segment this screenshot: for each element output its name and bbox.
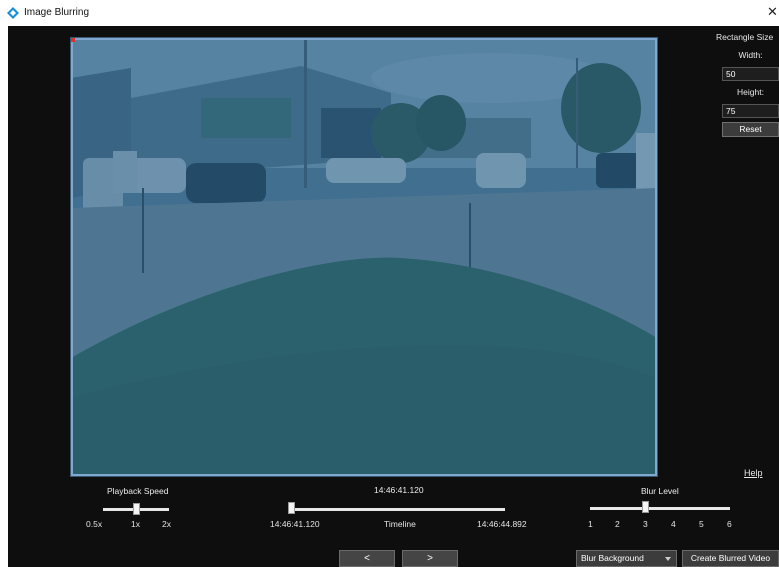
blur-level-tick: 6	[727, 519, 732, 529]
blur-level-tick: 4	[671, 519, 676, 529]
blur-mode-dropdown[interactable]: Blur Background	[576, 550, 677, 567]
blur-rectangle-handle[interactable]	[71, 38, 75, 42]
playback-speed-label: Playback Speed	[107, 486, 169, 496]
blur-level-track[interactable]	[590, 507, 730, 510]
main-panel: Rectangle Size Width: 50 Height: 75 Rese…	[8, 26, 779, 567]
playback-speed-tick: 0.5x	[86, 519, 103, 529]
blur-level-tick: 5	[699, 519, 704, 529]
next-frame-button[interactable]: >	[402, 550, 458, 567]
timeline-start-time: 14:46:41.120	[270, 519, 320, 529]
blur-level-label: Blur Level	[641, 486, 679, 496]
blur-mode-selected: Blur Background	[581, 553, 644, 563]
blur-level-thumb[interactable]	[642, 501, 649, 513]
playback-speed-thumb[interactable]	[133, 503, 140, 515]
width-input[interactable]: 50	[722, 67, 779, 81]
blur-level-tick: 2	[615, 519, 620, 529]
rectangle-size-title: Rectangle Size	[716, 32, 774, 42]
reset-button[interactable]: Reset	[722, 122, 779, 137]
current-time: 14:46:41.120	[374, 485, 424, 495]
playback-speed-tick: 1x	[131, 519, 140, 529]
blur-rectangle[interactable]	[71, 38, 657, 476]
width-label: Width:	[738, 50, 763, 60]
chevron-down-icon	[665, 557, 671, 561]
video-preview[interactable]	[70, 37, 658, 477]
blur-level-tick: 3	[643, 519, 648, 529]
height-label: Height:	[737, 87, 764, 97]
blur-level-tick: 1	[588, 519, 593, 529]
timeline-thumb[interactable]	[288, 502, 295, 514]
previous-frame-button[interactable]: <	[339, 550, 395, 567]
window-title: Image Blurring	[24, 7, 90, 18]
playback-speed-tick: 2x	[162, 519, 171, 529]
create-blurred-video-button[interactable]: Create Blurred Video	[682, 550, 779, 567]
help-link[interactable]: Help	[744, 468, 763, 478]
timeline-label: Timeline	[384, 519, 416, 529]
height-input[interactable]: 75	[722, 104, 779, 118]
title-bar: Image Blurring ✕	[0, 0, 779, 26]
timeline-end-time: 14:46:44.892	[477, 519, 527, 529]
close-button[interactable]: ✕	[767, 3, 779, 21]
timeline-track[interactable]	[289, 508, 505, 511]
app-diamond-icon	[7, 7, 19, 19]
